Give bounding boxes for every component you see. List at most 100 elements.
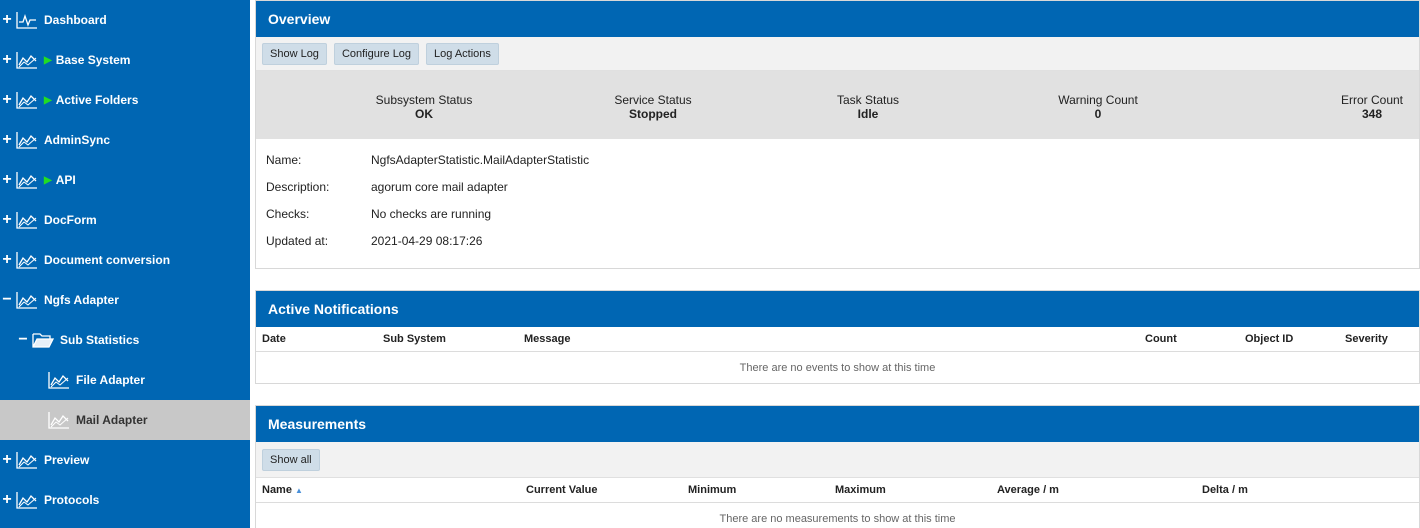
col-severity[interactable]: Severity (1345, 333, 1388, 345)
chart-icon (16, 131, 38, 149)
notifications-table-header: Date Sub System Message Count Object ID … (256, 327, 1419, 352)
sidebar-item-label: Mail Adapter (76, 413, 148, 427)
subsystem-status: Subsystem Status OK (374, 93, 474, 121)
expand-toggle[interactable]: + (0, 132, 14, 148)
main-content: Overview Show Log Configure Log Log Acti… (255, 0, 1420, 528)
warning-count: Warning Count 0 (1048, 93, 1148, 121)
task-status-label: Task Status (836, 93, 900, 107)
expand-toggle[interactable]: + (0, 252, 14, 268)
chart-icon (16, 91, 38, 109)
sidebar-nav: + Dashboard + ▶ Base System + ▶ Active F… (0, 0, 250, 528)
info-key: Updated at: (266, 234, 329, 248)
task-status: Task Status Idle (818, 93, 918, 121)
log-actions-button[interactable]: Log Actions (426, 42, 499, 65)
expand-toggle[interactable]: + (0, 52, 14, 68)
sort-ascending-icon: ▲ (294, 486, 303, 495)
error-count-label: Error Count (1340, 93, 1404, 107)
chart-icon (48, 411, 70, 429)
sidebar-item-dashboard[interactable]: + Dashboard (0, 0, 250, 40)
notifications-empty-message: There are no events to show at this time (739, 362, 936, 374)
sidebar-item-mail-adapter[interactable]: Mail Adapter (0, 400, 250, 440)
sidebar-item-active-folders[interactable]: + ▶ Active Folders (0, 80, 250, 120)
col-average[interactable]: Average / m (997, 484, 1059, 496)
sidebar-item-sub-statistics[interactable]: − Sub Statistics (0, 320, 250, 360)
overview-toolbar: Show Log Configure Log Log Actions (256, 37, 1419, 71)
col-maximum[interactable]: Maximum (835, 484, 886, 496)
sidebar-item-adminsync[interactable]: + AdminSync (0, 120, 250, 160)
sidebar-item-protocols[interactable]: + Protocols (0, 480, 250, 520)
sidebar-item-preview[interactable]: + Preview (0, 440, 250, 480)
sidebar-item-document-conversion[interactable]: + Document conversion (0, 240, 250, 280)
sidebar-item-label: Base System (55, 53, 131, 67)
sidebar-item-label: File Adapter (76, 373, 145, 387)
col-name[interactable]: Name ▲ (262, 484, 303, 496)
sidebar-item-label: AdminSync (44, 133, 111, 147)
subsystem-status-value: OK (415, 107, 433, 121)
chart-icon (16, 51, 38, 69)
status-summary: Subsystem Status OK Service Status Stopp… (256, 71, 1419, 139)
expand-toggle[interactable]: + (0, 212, 14, 228)
info-value: NgfsAdapterStatistic.MailAdapterStatisti… (371, 153, 590, 167)
dashboard-icon (16, 11, 38, 29)
service-status-value: Stopped (629, 107, 677, 121)
info-key: Name: (266, 153, 302, 167)
error-count: Error Count 348 (1322, 93, 1420, 121)
col-minimum[interactable]: Minimum (688, 484, 736, 496)
status-arrow-icon: ▶ (44, 174, 52, 186)
info-value: agorum core mail adapter (371, 180, 508, 194)
info-row-name: Name: NgfsAdapterStatistic.MailAdapterSt… (266, 153, 1419, 180)
sidebar-item-base-system[interactable]: + ▶ Base System (0, 40, 250, 80)
sidebar-item-label: Protocols (44, 493, 100, 507)
info-key: Description: (266, 180, 330, 194)
task-status-value: Idle (857, 107, 879, 121)
sidebar-item-label: Preview (44, 453, 90, 467)
warning-count-label: Warning Count (1058, 93, 1138, 107)
notifications-title: Active Notifications (256, 291, 1419, 327)
info-table: Name: NgfsAdapterStatistic.MailAdapterSt… (256, 139, 1419, 261)
sidebar-item-docform[interactable]: + DocForm (0, 200, 250, 240)
col-object-id[interactable]: Object ID (1245, 333, 1293, 345)
expand-toggle[interactable]: + (0, 452, 14, 468)
chart-icon (16, 491, 38, 509)
configure-log-button[interactable]: Configure Log (333, 42, 420, 65)
col-delta[interactable]: Delta / m (1202, 484, 1248, 496)
sidebar-item-file-adapter[interactable]: File Adapter (0, 360, 250, 400)
chart-icon (16, 211, 38, 229)
measurements-panel: Measurements Show all Name ▲ Current Valu… (255, 405, 1420, 528)
chart-icon (16, 171, 38, 189)
collapse-toggle[interactable]: − (16, 332, 30, 348)
col-sub-system[interactable]: Sub System (383, 333, 446, 345)
chart-icon (16, 251, 38, 269)
sidebar-item-api[interactable]: + ▶ API (0, 160, 250, 200)
sidebar-item-label: Document conversion (44, 253, 171, 267)
show-all-button[interactable]: Show all (262, 448, 320, 471)
col-message[interactable]: Message (524, 333, 570, 345)
sidebar-item-label: Ngfs Adapter (44, 293, 119, 307)
expand-toggle[interactable]: + (0, 12, 14, 28)
error-count-value: 348 (1361, 107, 1383, 121)
chart-icon (16, 451, 38, 469)
expand-toggle[interactable]: + (0, 92, 14, 108)
sidebar-item-label: DocForm (44, 213, 97, 227)
info-row-checks: Checks: No checks are running (266, 207, 1419, 234)
expand-toggle[interactable]: + (0, 492, 14, 508)
col-count[interactable]: Count (1145, 333, 1177, 345)
sidebar-item-ngfs-adapter[interactable]: − Ngfs Adapter (0, 280, 250, 320)
folder-open-icon (32, 331, 54, 349)
collapse-toggle[interactable]: − (0, 292, 14, 308)
service-status: Service Status Stopped (603, 93, 703, 121)
chart-icon (16, 291, 38, 309)
col-name-label: Name (262, 484, 292, 496)
info-key: Checks: (266, 207, 310, 221)
chart-icon (48, 371, 70, 389)
col-current-value[interactable]: Current Value (526, 484, 598, 496)
measurements-title: Measurements (256, 406, 1419, 442)
expand-toggle[interactable]: + (0, 172, 14, 188)
notifications-panel: Active Notifications Date Sub System Mes… (255, 290, 1420, 384)
show-log-button[interactable]: Show Log (262, 42, 327, 65)
warning-count-value: 0 (1094, 107, 1102, 121)
info-row-description: Description: agorum core mail adapter (266, 180, 1419, 207)
col-date[interactable]: Date (262, 333, 286, 345)
overview-title: Overview (256, 1, 1419, 37)
info-value: 2021-04-29 08:17:26 (371, 234, 483, 248)
